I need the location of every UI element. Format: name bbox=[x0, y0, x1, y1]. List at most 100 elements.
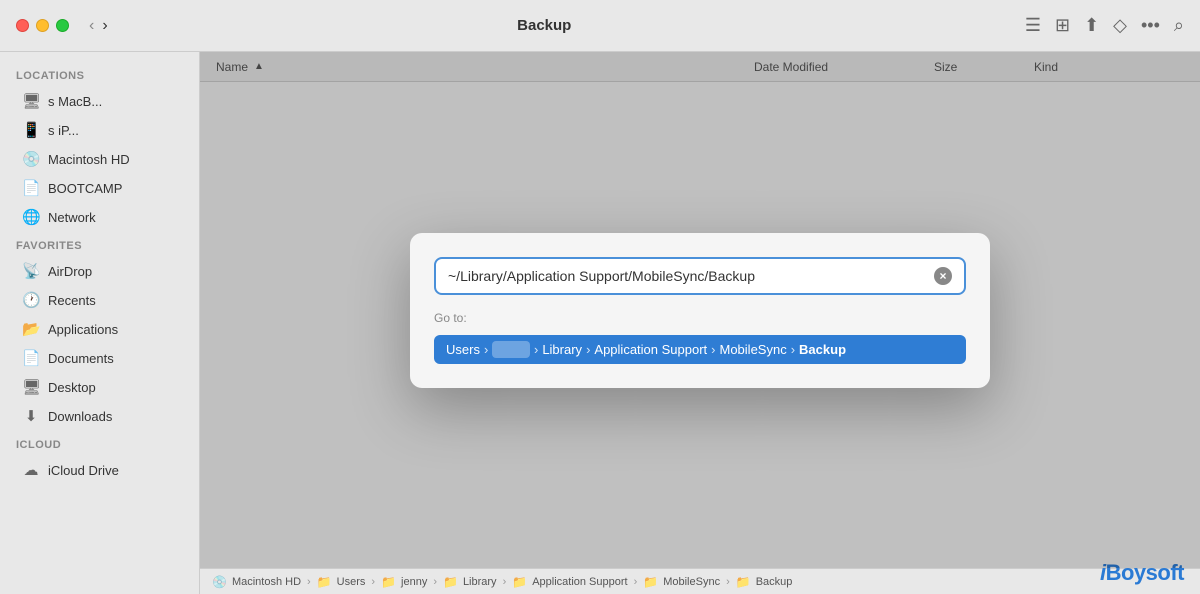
goto-label: Go to: bbox=[434, 311, 966, 325]
sidebar-item-airdrop[interactable]: 📡 AirDrop bbox=[6, 257, 193, 285]
status-bar: 💿 Macintosh HD › 📁 Users › 📁 jenny › 📁 L… bbox=[200, 568, 1200, 594]
grid-view-icon[interactable]: ⊞ bbox=[1055, 15, 1070, 36]
bc-sep-6: › bbox=[726, 576, 730, 588]
recents-label: Recents bbox=[48, 293, 96, 308]
bc-sep-4: › bbox=[503, 576, 507, 588]
goto-folder-dialog: × Go to: Users › › Library › Application… bbox=[410, 233, 990, 388]
sidebar-item-macbook[interactable]: 🖥 s MacB... bbox=[6, 87, 193, 115]
mobilesync-bc-icon: 📁 bbox=[643, 575, 658, 589]
path-breadcrumb[interactable]: Users › › Library › Application Support … bbox=[434, 335, 966, 364]
path-users: Users bbox=[446, 342, 480, 357]
sidebar-item-recents[interactable]: 🕐 Recents bbox=[6, 286, 193, 314]
list-view-icon[interactable]: ☰ bbox=[1025, 15, 1041, 36]
share-icon[interactable]: ⬆ bbox=[1084, 15, 1099, 36]
path-sep-1: › bbox=[484, 342, 488, 357]
sidebar-item-icloud-drive[interactable]: ☁ iCloud Drive bbox=[6, 456, 193, 484]
more-icon[interactable]: ••• bbox=[1141, 15, 1160, 36]
breadcrumb-library: 📁 Library bbox=[443, 575, 497, 589]
breadcrumb-app-support-label: Application Support bbox=[532, 576, 627, 588]
sidebar-item-iphone[interactable]: 📱 s iP... bbox=[6, 116, 193, 144]
breadcrumb-mobilesync: 📁 MobileSync bbox=[643, 575, 720, 589]
bootcamp-icon: 📄 bbox=[22, 179, 40, 197]
path-username bbox=[492, 341, 530, 358]
applications-icon: 📂 bbox=[22, 320, 40, 338]
breadcrumb-library-label: Library bbox=[463, 576, 497, 588]
jenny-bc-icon: 📁 bbox=[381, 575, 396, 589]
airdrop-icon: 📡 bbox=[22, 262, 40, 280]
sidebar-item-macintosh-hd[interactable]: 💿 Macintosh HD bbox=[6, 145, 193, 173]
icloud-label: iCloud Drive bbox=[48, 463, 119, 478]
main-layout: Locations 🖥 s MacB... 📱 s iP... 💿 Macint… bbox=[0, 52, 1200, 594]
modal-input-row[interactable]: × bbox=[434, 257, 966, 295]
modal-overlay: × Go to: Users › › Library › Application… bbox=[200, 52, 1200, 568]
bc-sep-3: › bbox=[433, 576, 437, 588]
backup-bc-icon: 📁 bbox=[736, 575, 751, 589]
breadcrumb-macintosh-label: Macintosh HD bbox=[232, 576, 301, 588]
breadcrumb-app-support: 📁 Application Support bbox=[512, 575, 627, 589]
documents-icon: 📄 bbox=[22, 349, 40, 367]
library-bc-icon: 📁 bbox=[443, 575, 458, 589]
breadcrumb-users-label: Users bbox=[337, 576, 366, 588]
breadcrumb-users: 📁 Users bbox=[317, 575, 366, 589]
recents-icon: 🕐 bbox=[22, 291, 40, 309]
path-mobilesync: MobileSync bbox=[720, 342, 787, 357]
close-button[interactable] bbox=[16, 19, 29, 32]
bc-sep-5: › bbox=[634, 576, 638, 588]
bc-sep-2: › bbox=[371, 576, 375, 588]
path-input[interactable] bbox=[448, 268, 934, 284]
users-bc-icon: 📁 bbox=[317, 575, 332, 589]
macbook-label: s MacB... bbox=[48, 94, 102, 109]
macbook-icon: 🖥 bbox=[22, 92, 40, 110]
breadcrumb-jenny-label: jenny bbox=[401, 576, 427, 588]
tag-icon[interactable]: ◇ bbox=[1113, 15, 1127, 36]
titlebar: ‹ › Backup ☰ ⊞ ⬆ ◇ ••• ⌕ bbox=[0, 0, 1200, 52]
breadcrumb-backup: 📁 Backup bbox=[736, 575, 793, 589]
path-sep-4: › bbox=[711, 342, 715, 357]
documents-label: Documents bbox=[48, 351, 114, 366]
sidebar-item-bootcamp[interactable]: 📄 BOOTCAMP bbox=[6, 174, 193, 202]
path-app-support: Application Support bbox=[594, 342, 707, 357]
macintosh-hd-bc-icon: 💿 bbox=[212, 575, 227, 589]
favorites-section-label: Favorites bbox=[0, 232, 199, 256]
downloads-icon: ⬇ bbox=[22, 407, 40, 425]
toolbar-icons: ☰ ⊞ ⬆ ◇ ••• ⌕ bbox=[1025, 15, 1184, 36]
content-area: Name ▲ Date Modified Size Kind × Go to: … bbox=[200, 52, 1200, 594]
minimize-button[interactable] bbox=[36, 19, 49, 32]
downloads-label: Downloads bbox=[48, 409, 112, 424]
desktop-label: Desktop bbox=[48, 380, 96, 395]
airdrop-label: AirDrop bbox=[48, 264, 92, 279]
window-title: Backup bbox=[64, 17, 1025, 34]
path-backup: Backup bbox=[799, 342, 846, 357]
icloud-section-label: iCloud bbox=[0, 431, 199, 455]
sidebar-item-documents[interactable]: 📄 Documents bbox=[6, 344, 193, 372]
app-support-bc-icon: 📁 bbox=[512, 575, 527, 589]
path-sep-2: › bbox=[534, 342, 538, 357]
sidebar: Locations 🖥 s MacB... 📱 s iP... 💿 Macint… bbox=[0, 52, 200, 594]
sidebar-item-network[interactable]: 🌐 Network bbox=[6, 203, 193, 231]
search-icon[interactable]: ⌕ bbox=[1174, 15, 1184, 36]
icloud-icon: ☁ bbox=[22, 461, 40, 479]
path-library: Library bbox=[542, 342, 582, 357]
sidebar-item-downloads[interactable]: ⬇ Downloads bbox=[6, 402, 193, 430]
path-sep-5: › bbox=[791, 342, 795, 357]
path-sep-3: › bbox=[586, 342, 590, 357]
macintosh-hd-label: Macintosh HD bbox=[48, 152, 130, 167]
iphone-icon: 📱 bbox=[22, 121, 40, 139]
breadcrumb-mobilesync-label: MobileSync bbox=[663, 576, 720, 588]
network-label: Network bbox=[48, 210, 96, 225]
bootcamp-label: BOOTCAMP bbox=[48, 181, 122, 196]
iphone-label: s iP... bbox=[48, 123, 79, 138]
breadcrumb-macintosh: 💿 Macintosh HD bbox=[212, 575, 301, 589]
bc-sep-1: › bbox=[307, 576, 311, 588]
sidebar-item-desktop[interactable]: 🖥 Desktop bbox=[6, 373, 193, 401]
sidebar-item-applications[interactable]: 📂 Applications bbox=[6, 315, 193, 343]
network-icon: 🌐 bbox=[22, 208, 40, 226]
desktop-icon: 🖥 bbox=[22, 378, 40, 396]
applications-label: Applications bbox=[48, 322, 118, 337]
breadcrumb-jenny: 📁 jenny bbox=[381, 575, 427, 589]
macintosh-hd-icon: 💿 bbox=[22, 150, 40, 168]
clear-input-button[interactable]: × bbox=[934, 267, 952, 285]
breadcrumb-backup-label: Backup bbox=[756, 576, 793, 588]
traffic-lights bbox=[16, 19, 69, 32]
locations-section-label: Locations bbox=[0, 62, 199, 86]
